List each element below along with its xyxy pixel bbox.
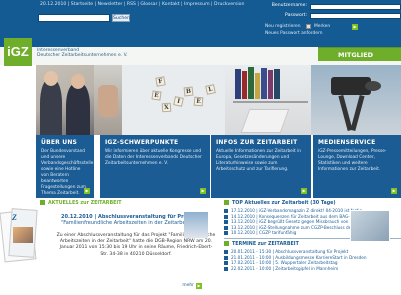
remember-checkbox[interactable] — [306, 24, 311, 29]
section-marker-icon — [40, 200, 45, 205]
scrabble-tiles-photo: F E X I B E L — [122, 65, 225, 135]
forgot-password-link[interactable]: Neues Passwort anfordern — [265, 31, 323, 36]
tile-f: F — [155, 76, 166, 87]
news-more-link[interactable]: mehr ▶ — [182, 283, 202, 289]
search-button[interactable]: Suchen — [112, 14, 130, 22]
events-heading-text: TERMINE zur ZEITARBEIT — [232, 241, 299, 247]
bullet-icon — [224, 255, 228, 260]
search-input[interactable] — [38, 14, 110, 22]
camera-photo — [311, 65, 401, 135]
remember-label: Merken — [314, 24, 331, 29]
info-box-text: Der Bundesvorstand und unsere Verbandsge… — [41, 149, 94, 196]
hand-photo — [94, 65, 122, 135]
info-box-title: INFOS ZUR ZEITARBEIT — [216, 139, 298, 146]
info-box-temp-work[interactable]: INFOS ZUR ZEITARBEIT Aktuelle Informatio… — [211, 135, 311, 198]
tile-i: I — [173, 96, 184, 107]
top-news-item-text[interactable]: 10.12.2010 | CGZP tarifunfähig — [231, 230, 296, 235]
info-box-text: Aktuelle Informationen zur Zeitarbeit in… — [216, 149, 301, 172]
bullet-icon — [224, 209, 228, 213]
news-section: AKTUELLES zur ZEITARBEIT 20.12.2010 | Ab… — [40, 200, 222, 295]
info-box-title: IGZ-SCHWERPUNKTE — [105, 139, 179, 146]
events-heading: TERMINE zur ZEITARBEIT — [224, 240, 401, 249]
top-news-heading-text: TOP Aktuelles zur Zeitarbeit (30 Tage) — [232, 201, 336, 206]
event-item-text[interactable]: 21.01.2011 - 10:00 | Ausbildungsmesse Ka… — [231, 255, 366, 260]
magazine-title: Z — [12, 213, 17, 222]
top-news-item-text[interactable]: 17.12.2010 | iGZ-Verbandsmagazin Z direk… — [231, 208, 362, 213]
news-heading-text: AKTUELLES zur ZEITARBEIT — [48, 201, 122, 206]
top-news-heading: TOP Aktuelles zur Zeitarbeit (30 Tage) — [224, 200, 401, 208]
igz-logo[interactable]: iGZ — [4, 38, 32, 66]
tile-e2: E — [193, 96, 204, 107]
info-box-title: MEDIENSERVICE — [318, 139, 376, 146]
arrow-right-icon[interactable]: ▶ — [200, 188, 206, 194]
top-news-thumbnail[interactable] — [350, 210, 390, 242]
tile-b: B — [183, 86, 194, 97]
info-box-title: ÜBER UNS — [41, 139, 78, 146]
event-item-text[interactable]: 20.01.2011 - 15:30 | Abschlussveranstalt… — [231, 249, 348, 254]
top-news-item-text[interactable]: 13.12.2010 | iGZ-Stellungnahme zum CGZP-… — [231, 225, 364, 230]
news-heading: AKTUELLES zur ZEITARBEIT — [40, 200, 222, 206]
bullet-icon — [224, 266, 228, 271]
password-field[interactable] — [310, 13, 401, 19]
bullet-icon — [224, 261, 228, 266]
info-box-focus[interactable]: IGZ-SCHWERPUNKTE Wir informieren über ak… — [100, 135, 210, 198]
arrow-right-icon[interactable]: ▶ — [301, 188, 307, 194]
section-marker-icon — [224, 240, 229, 246]
event-item-text[interactable]: 17.02.2011 - 10:00 | 5. Wuppertaler Zeit… — [231, 260, 338, 265]
info-box-text: iGZ-Pressemitteilungen, Presse-Lounge, D… — [318, 149, 387, 172]
news-more-text[interactable]: mehr — [182, 283, 194, 288]
board-photo — [36, 65, 94, 135]
bullet-icon — [224, 249, 228, 254]
register-link[interactable]: Neu registrieren — [265, 24, 301, 29]
news-thumbnail[interactable] — [184, 212, 208, 238]
top-bar: 20.12.2010 | Startseite | Newsletter | R… — [0, 0, 401, 47]
username-label: Benutzername: — [271, 3, 307, 8]
username-field[interactable] — [310, 4, 401, 10]
bullet-icon — [224, 225, 228, 230]
arrow-right-icon[interactable]: ▶ — [391, 188, 397, 194]
info-box-about[interactable]: ÜBER UNS Der Bundesvorstand und unsere V… — [36, 135, 94, 198]
info-box-text: Wir informieren über aktuelle Kongresse … — [105, 149, 202, 166]
bookshelf-photo — [225, 65, 311, 135]
tile-l: L — [205, 84, 216, 95]
tile-x: X — [161, 102, 172, 113]
bullet-icon — [224, 214, 228, 219]
password-label: Passwort: — [285, 13, 307, 18]
logo-caption-line2: Deutscher Zeitarbeitsunternehmen e. V. — [37, 53, 128, 59]
arrow-right-icon[interactable]: ▶ — [196, 283, 202, 289]
event-item-text[interactable]: 22.02.2011 - 10:00 | Zeitarbeitsgipfel i… — [231, 266, 338, 271]
section-marker-icon — [224, 200, 229, 205]
logo-caption: Interessenverband Deutscher Zeitarbeitsu… — [37, 48, 128, 59]
news-lists: TOP Aktuelles zur Zeitarbeit (30 Tage) 1… — [224, 200, 401, 295]
login-arrow-icon[interactable]: ▶ — [352, 24, 358, 30]
bullet-icon — [224, 220, 228, 225]
meta-links[interactable]: 20.12.2010 | Startseite | Newsletter | R… — [40, 2, 244, 7]
tile-e: E — [151, 90, 162, 101]
event-item[interactable]: 22.02.2011 - 10:00 | Zeitarbeitsgipfel i… — [224, 266, 401, 272]
magazine-teaser[interactable]: Z — [0, 205, 38, 295]
arrow-right-icon[interactable]: ▶ — [84, 188, 90, 194]
info-box-media[interactable]: MEDIENSERVICE iGZ-Pressemitteilungen, Pr… — [313, 135, 401, 198]
magazine-cover-image — [13, 227, 33, 243]
bullet-icon — [224, 231, 228, 236]
become-member-button[interactable]: MITGLIED WERDEN — [318, 47, 401, 73]
